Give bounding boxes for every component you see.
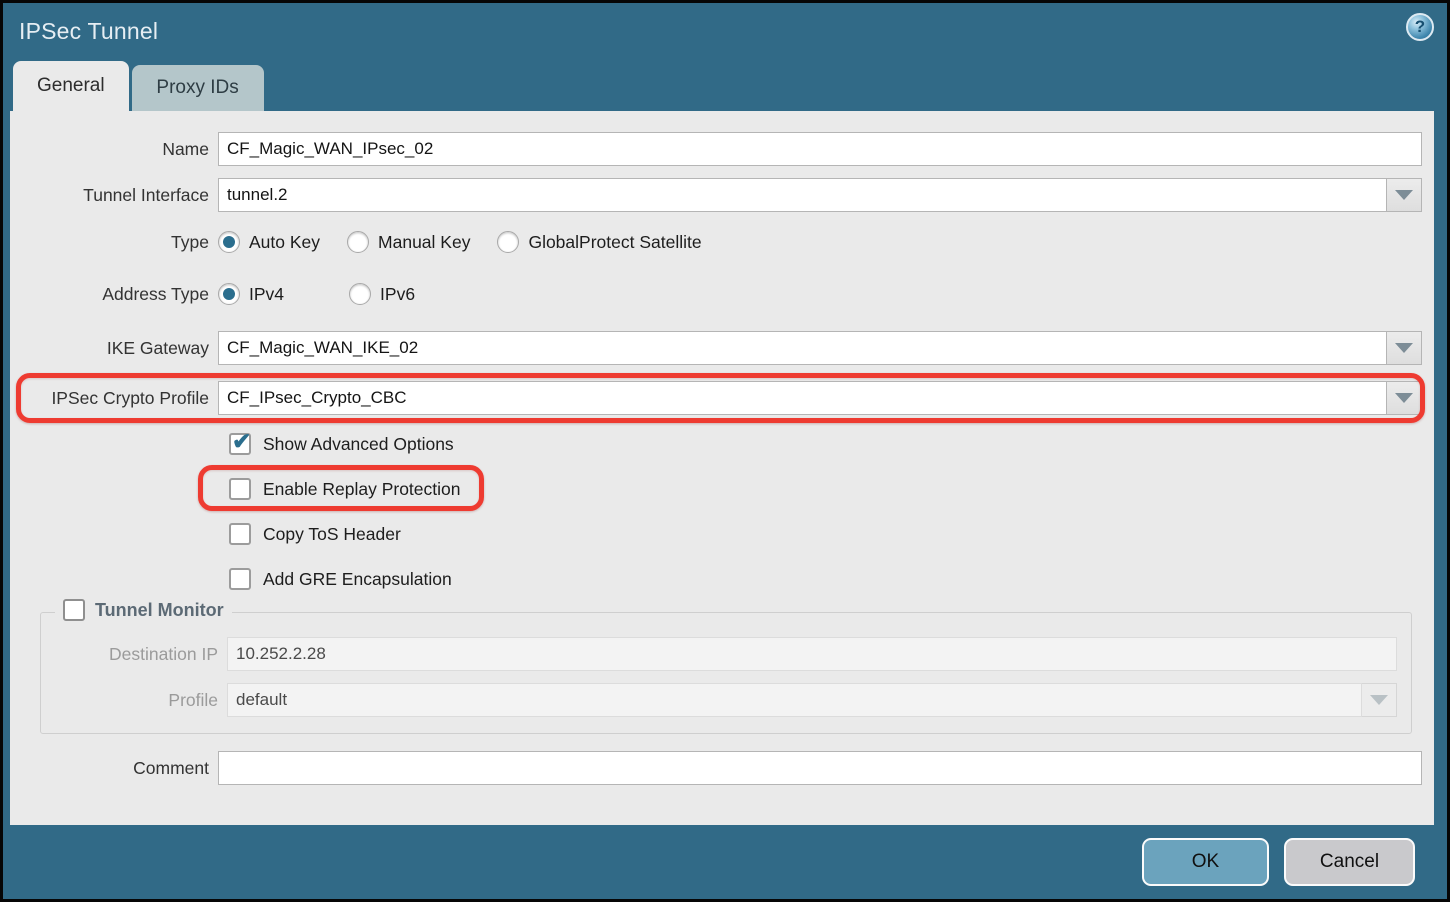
tab-proxy-ids[interactable]: Proxy IDs xyxy=(132,65,264,111)
address-type-row: Address Type IPv4 IPv6 xyxy=(18,282,1422,306)
enable-replay-protection-group: Enable Replay Protection xyxy=(229,478,460,500)
dialog-footer: OK Cancel xyxy=(3,825,1447,899)
comment-input[interactable] xyxy=(218,751,1422,785)
ok-button-label: OK xyxy=(1192,851,1219,873)
chevron-down-icon xyxy=(1395,190,1413,200)
radio-selected-icon xyxy=(218,231,240,253)
profile-dropdown-button xyxy=(1362,683,1397,717)
type-radio-manual-key[interactable]: Manual Key xyxy=(347,231,470,253)
name-row: Name xyxy=(18,132,1422,166)
dialog-title: IPSec Tunnel xyxy=(19,18,158,45)
ipsec-crypto-profile-row: IPSec Crypto Profile xyxy=(18,381,1422,415)
show-advanced-options-row: Show Advanced Options xyxy=(229,433,1422,455)
tunnel-interface-row: Tunnel Interface xyxy=(18,178,1422,212)
address-type-radio-group: IPv4 IPv6 xyxy=(218,283,415,305)
type-radio-auto-key[interactable]: Auto Key xyxy=(218,231,320,253)
tab-general[interactable]: General xyxy=(13,61,129,111)
tunnel-interface-label: Tunnel Interface xyxy=(18,185,218,206)
tunnel-interface-dropdown-button[interactable] xyxy=(1387,178,1422,212)
ipsec-crypto-profile-dropdown-button[interactable] xyxy=(1387,381,1422,415)
radio-unselected-icon xyxy=(349,283,371,305)
ok-button[interactable]: OK xyxy=(1142,838,1269,886)
ike-gateway-input[interactable] xyxy=(218,331,1387,365)
address-type-radio-ipv6[interactable]: IPv6 xyxy=(349,283,415,305)
address-type-ipv6-label: IPv6 xyxy=(371,284,415,305)
radio-unselected-icon xyxy=(497,231,519,253)
type-label: Type xyxy=(18,232,218,253)
ike-gateway-row: IKE Gateway xyxy=(18,331,1422,365)
radio-selected-icon xyxy=(218,283,240,305)
profile-input xyxy=(227,683,1362,717)
type-manual-key-label: Manual Key xyxy=(369,232,470,253)
enable-replay-protection-checkbox[interactable] xyxy=(229,478,251,500)
tunnel-monitor-fieldset: Tunnel Monitor Destination IP Profile xyxy=(40,612,1412,734)
general-tab-panel: Name Tunnel Interface Type Auto Key Manu… xyxy=(10,111,1434,825)
destination-ip-label: Destination IP xyxy=(57,644,227,665)
add-gre-encapsulation-checkbox[interactable] xyxy=(229,568,251,590)
enable-replay-protection-label: Enable Replay Protection xyxy=(251,479,460,500)
name-label: Name xyxy=(18,139,218,160)
show-advanced-options-checkbox[interactable] xyxy=(229,433,251,455)
copy-tos-header-checkbox[interactable] xyxy=(229,523,251,545)
profile-label: Profile xyxy=(57,690,227,711)
cancel-button[interactable]: Cancel xyxy=(1284,838,1415,886)
ike-gateway-dropdown-button[interactable] xyxy=(1387,331,1422,365)
help-icon[interactable]: ? xyxy=(1406,13,1434,41)
ipsec-tunnel-dialog: IPSec Tunnel ? General Proxy IDs Name Tu… xyxy=(0,0,1450,902)
type-auto-key-label: Auto Key xyxy=(240,232,320,253)
profile-row: Profile xyxy=(57,683,1397,717)
tunnel-monitor-checkbox[interactable] xyxy=(63,599,85,621)
address-type-radio-ipv4[interactable]: IPv4 xyxy=(218,283,284,305)
address-type-ipv4-label: IPv4 xyxy=(240,284,284,305)
copy-tos-header-row: Copy ToS Header xyxy=(229,523,1422,545)
type-radio-group: Auto Key Manual Key GlobalProtect Satell… xyxy=(218,231,702,253)
chevron-down-icon xyxy=(1395,343,1413,353)
dialog-titlebar: IPSec Tunnel ? xyxy=(3,3,1447,60)
radio-unselected-icon xyxy=(347,231,369,253)
tab-general-label: General xyxy=(37,75,105,97)
tunnel-interface-input[interactable] xyxy=(218,178,1387,212)
tunnel-monitor-legend: Tunnel Monitor xyxy=(55,599,232,621)
destination-ip-row: Destination IP xyxy=(57,637,1397,671)
name-input[interactable] xyxy=(218,132,1422,166)
type-globalprotect-satellite-label: GlobalProtect Satellite xyxy=(519,232,701,253)
comment-label: Comment xyxy=(18,758,218,779)
ipsec-crypto-profile-input[interactable] xyxy=(218,381,1387,415)
destination-ip-input xyxy=(227,637,1397,671)
ipsec-crypto-profile-label: IPSec Crypto Profile xyxy=(18,388,218,409)
add-gre-encapsulation-label: Add GRE Encapsulation xyxy=(251,569,452,590)
chevron-down-icon xyxy=(1370,695,1388,705)
copy-tos-header-label: Copy ToS Header xyxy=(251,524,401,545)
help-icon-glyph: ? xyxy=(1415,17,1425,37)
type-radio-globalprotect-satellite[interactable]: GlobalProtect Satellite xyxy=(497,231,701,253)
address-type-label: Address Type xyxy=(18,284,218,305)
tunnel-monitor-label: Tunnel Monitor xyxy=(85,600,224,621)
chevron-down-icon xyxy=(1395,393,1413,403)
ike-gateway-label: IKE Gateway xyxy=(18,338,218,359)
comment-row: Comment xyxy=(18,751,1422,785)
tab-proxy-ids-label: Proxy IDs xyxy=(156,77,238,99)
cancel-button-label: Cancel xyxy=(1320,851,1379,873)
show-advanced-options-label: Show Advanced Options xyxy=(251,434,454,455)
tab-bar: General Proxy IDs xyxy=(3,60,1447,111)
enable-replay-protection-row: Enable Replay Protection xyxy=(229,478,1422,500)
type-row: Type Auto Key Manual Key GlobalProtect S… xyxy=(18,230,1422,254)
add-gre-encapsulation-row: Add GRE Encapsulation xyxy=(229,568,1422,590)
